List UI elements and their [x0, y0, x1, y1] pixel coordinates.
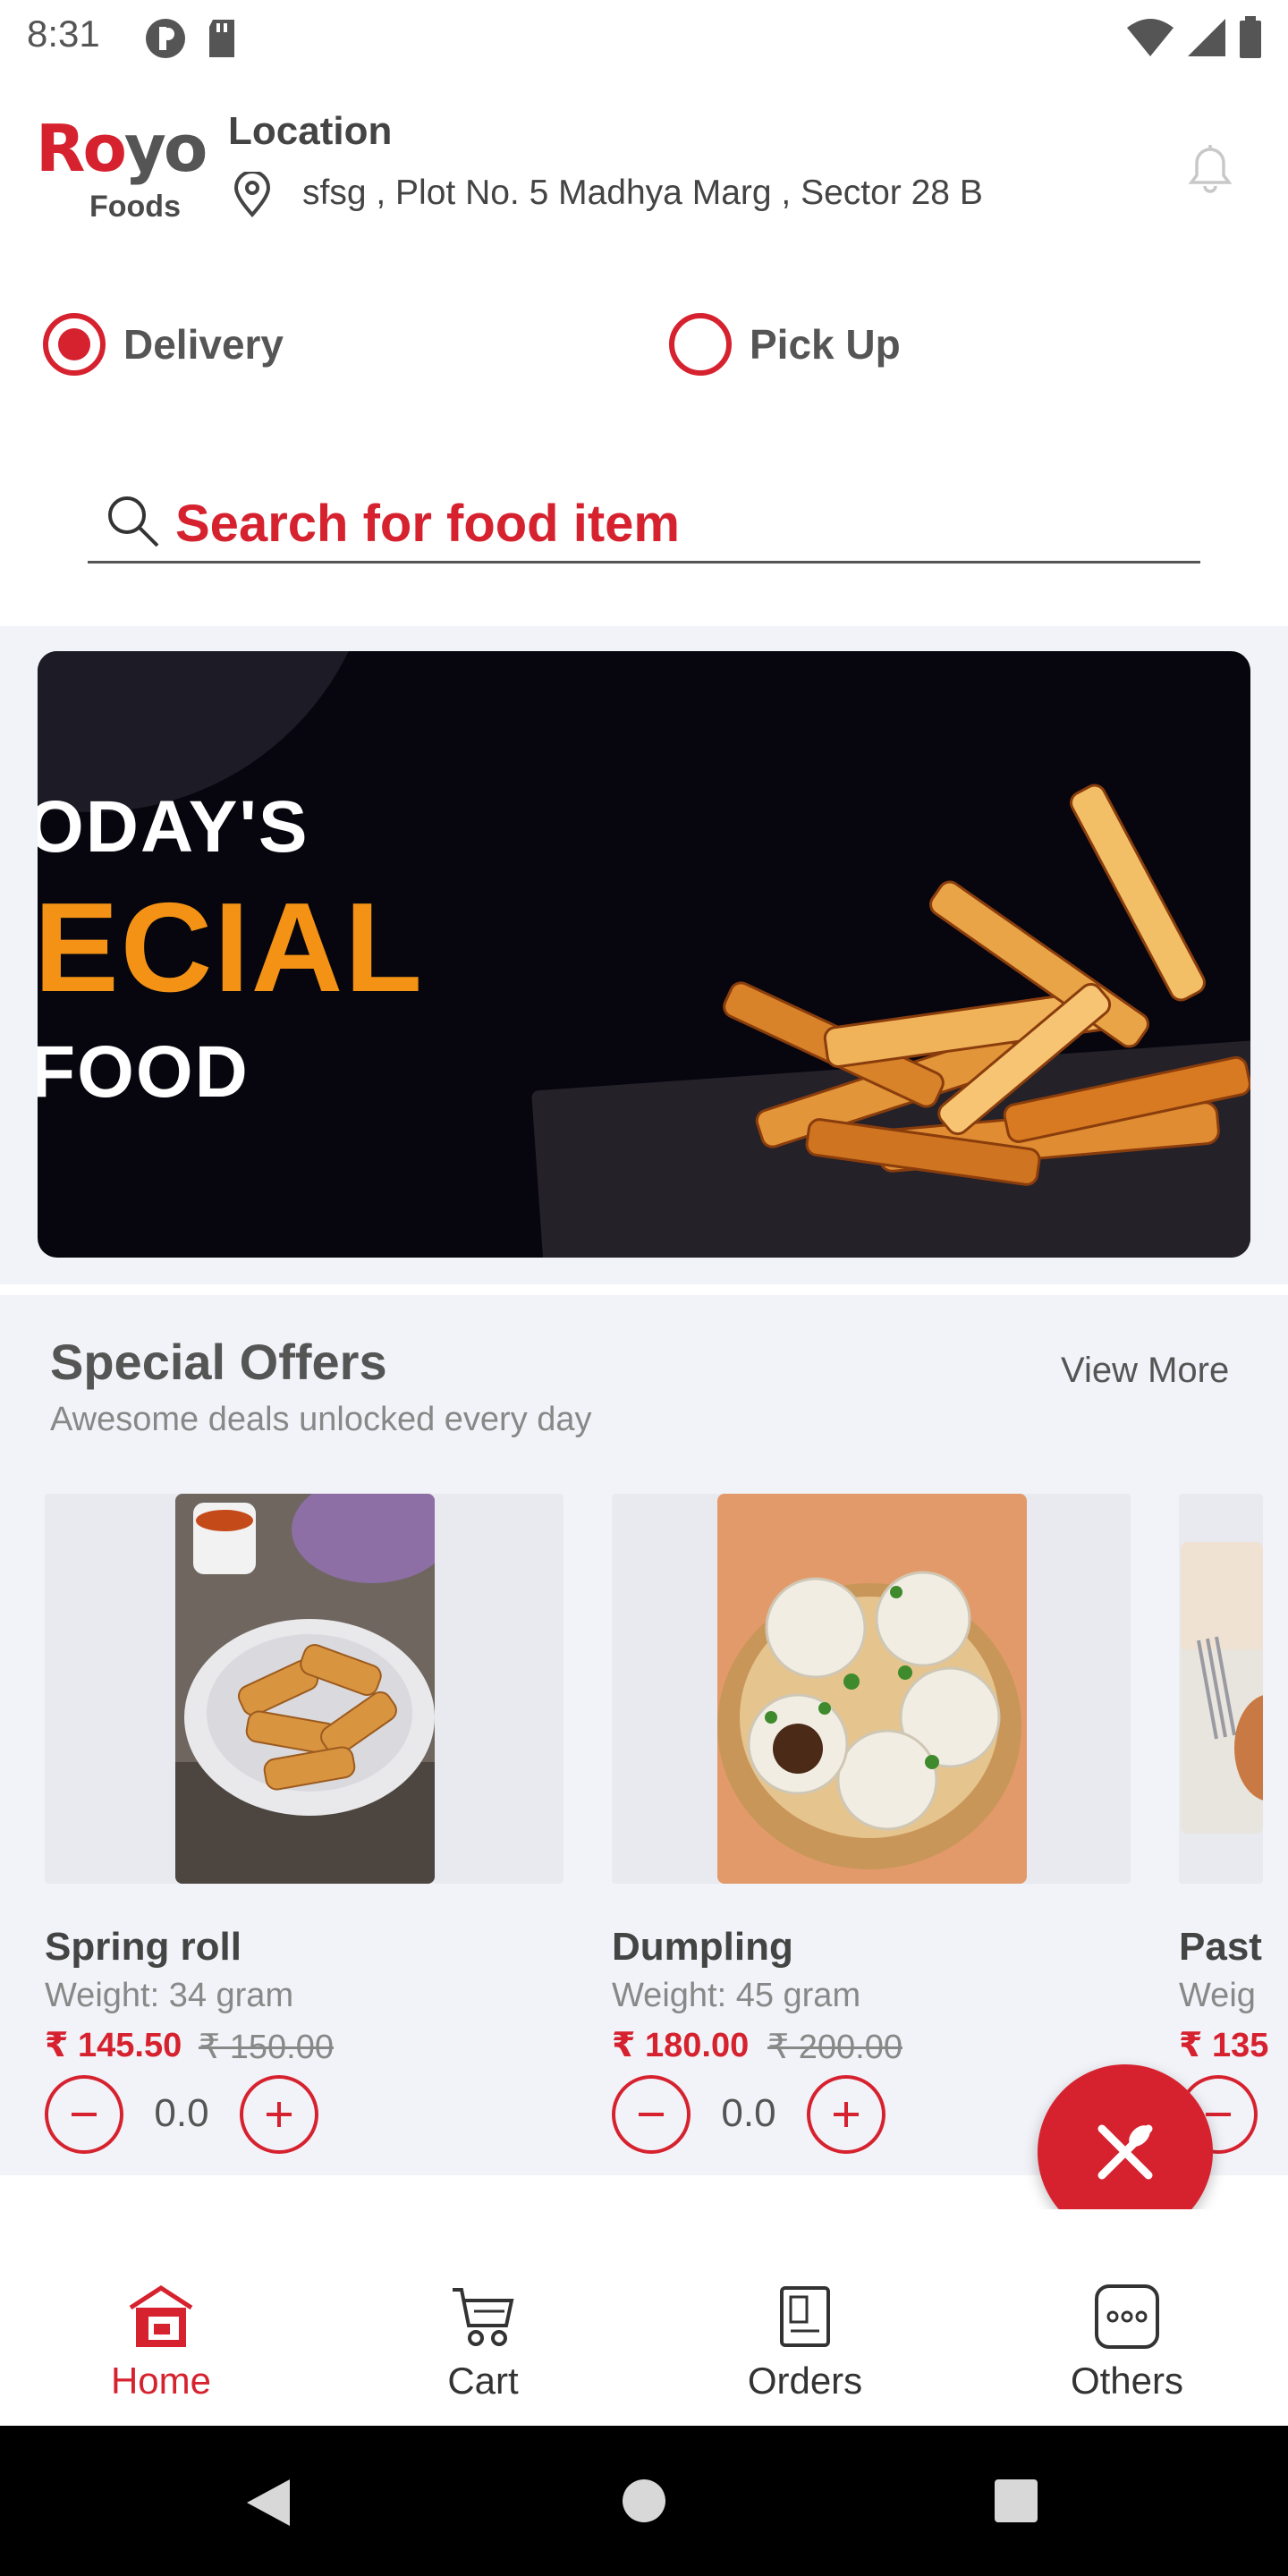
special-offers-subtitle: Awesome deals unlocked every day [50, 1401, 592, 1438]
sd-card-icon [209, 20, 234, 57]
location-title[interactable]: Location [228, 109, 392, 154]
home-icon [129, 2285, 193, 2347]
spring-roll-image [175, 1494, 435, 1884]
nav-cart[interactable]: Cart [322, 2281, 644, 2415]
minus-icon [639, 2113, 664, 2116]
item-weight: Weig [1179, 1977, 1256, 2014]
pickup-label: Pick Up [750, 321, 901, 368]
special-offers-title: Special Offers [50, 1334, 387, 1390]
special-offers-section: Special Offers Awesome deals unlocked ev… [0, 1295, 1288, 2175]
nav-cart-label: Cart [447, 2360, 519, 2402]
app-header: Royo Foods Location sfsg , Plot No. 5 Ma… [0, 89, 1288, 242]
nav-home-label: Home [110, 2360, 212, 2402]
plus-icon [267, 2102, 292, 2127]
item-weight: Weight: 34 gram [45, 1977, 294, 2014]
status-bar: 8:31 [0, 0, 1288, 75]
item-price: ₹ 145.50 [45, 2027, 182, 2064]
pickup-radio[interactable] [669, 313, 732, 376]
royo-foods-logo: Royo Foods [36, 111, 208, 224]
item-price: ₹ 135 [1179, 2027, 1269, 2064]
item-name: Spring roll [45, 1925, 242, 1969]
recents-icon[interactable] [993, 2478, 1039, 2524]
pasta-image [1181, 1542, 1263, 1834]
item-name: Past [1179, 1925, 1262, 1969]
location-address[interactable]: sfsg , Plot No. 5 Madhya Marg , Sector 2… [302, 174, 983, 213]
increase-qty-button[interactable] [807, 2075, 886, 2154]
item-old-price: ₹ 200.00 [767, 2029, 902, 2066]
logo-subtitle: Foods [89, 190, 181, 224]
search-input[interactable]: Search for food item [88, 474, 1200, 564]
app-notification-icon [146, 19, 185, 58]
orders-icon [780, 2286, 830, 2347]
search-icon [108, 496, 159, 547]
decrease-qty-button[interactable] [45, 2075, 123, 2154]
minus-icon [72, 2113, 97, 2116]
pickup-option[interactable]: Pick Up [669, 313, 901, 376]
bottom-navigation: Home Cart Orders Others [0, 2209, 1288, 2424]
notification-bell-icon[interactable] [1179, 136, 1241, 199]
more-icon [1095, 2284, 1159, 2349]
delivery-label: Delivery [123, 321, 284, 368]
item-name: Dumpling [612, 1925, 793, 1969]
order-mode-selector: Delivery Pick Up [0, 313, 1288, 385]
plus-icon [834, 2102, 859, 2127]
delivery-radio[interactable] [43, 313, 106, 376]
increase-qty-button[interactable] [240, 2075, 318, 2154]
cart-icon [453, 2288, 514, 2346]
nav-orders-label: Orders [747, 2360, 863, 2402]
promo-banner[interactable]: ODAY'S ECIAL FOOD [38, 651, 1250, 1258]
french-fries-image [723, 784, 1250, 1186]
home-circle-icon[interactable] [621, 2478, 667, 2524]
item-weight: Weight: 45 gram [612, 1977, 861, 2014]
back-icon[interactable] [243, 2478, 293, 2528]
offer-card-pasta[interactable]: Past Weig ₹ 135 [1179, 1494, 1288, 2191]
status-system-icons [1125, 16, 1263, 59]
decrease-qty-button[interactable] [612, 2075, 691, 2154]
status-notification-icons [143, 16, 240, 61]
location-pin-icon [233, 172, 271, 218]
nav-others[interactable]: Others [966, 2281, 1288, 2415]
status-time: 8:31 [27, 13, 100, 55]
view-more-link[interactable]: View More [1061, 1351, 1229, 1391]
battery-icon [1240, 16, 1261, 58]
nav-home[interactable]: Home [0, 2281, 322, 2415]
nav-orders[interactable]: Orders [644, 2281, 966, 2415]
dumpling-image [717, 1494, 1027, 1884]
item-old-price: ₹ 150.00 [199, 2029, 334, 2066]
delivery-option[interactable]: Delivery [43, 313, 284, 376]
wifi-icon [1127, 19, 1174, 56]
signal-icon [1188, 19, 1225, 56]
nav-others-label: Others [1070, 2360, 1184, 2402]
quantity-value: 0.0 [721, 2091, 776, 2135]
search-placeholder: Search for food item [175, 495, 680, 553]
item-price: ₹ 180.00 [612, 2027, 750, 2064]
system-navigation-bar [0, 2426, 1288, 2576]
quantity-value: 0.0 [154, 2091, 209, 2135]
cutlery-icon [1097, 2124, 1153, 2180]
